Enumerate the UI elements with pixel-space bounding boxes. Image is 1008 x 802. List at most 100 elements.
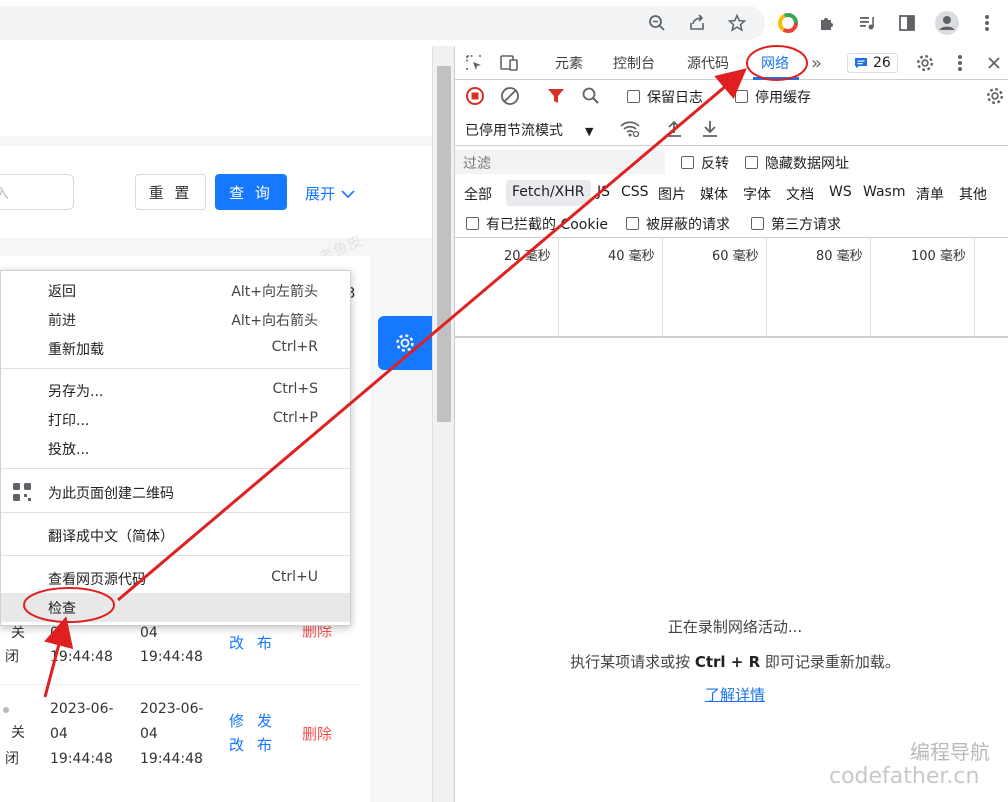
invert-checkbox[interactable]: 反转 (681, 153, 729, 173)
learn-more-link[interactable]: 了解详情 (455, 684, 1008, 705)
throttle-select[interactable]: 已停用节流模式 ▼ (465, 120, 593, 140)
wifi-settings-icon[interactable] (619, 119, 641, 143)
publish-link[interactable]: 布 (257, 734, 272, 757)
tab-elements[interactable]: 元素 (555, 46, 583, 80)
tab-sources[interactable]: 源代码 (687, 46, 729, 80)
type-filter-all[interactable]: 全部 (464, 184, 492, 204)
menu-item-back[interactable]: 返回 Alt+向左箭头 (1, 276, 350, 305)
timeline-overview[interactable]: 20 毫秒 40 毫秒 60 毫秒 80 毫秒 100 毫秒 (455, 238, 1008, 338)
expand-label: 展开 (305, 185, 336, 203)
hide-data-urls-checkbox[interactable]: 隐藏数据网址 (745, 153, 849, 173)
network-settings-icon[interactable] (985, 86, 1005, 110)
blocked-requests-checkbox[interactable]: 被屏蔽的请求 (626, 214, 730, 234)
page-header-card (0, 46, 432, 136)
menu-separator (1, 512, 350, 513)
recording-status: 正在录制网络活动... (667, 618, 803, 636)
timeline-gridline (662, 238, 663, 338)
device-toolbar-icon[interactable] (499, 46, 519, 80)
reload-hint: 执行某项请求或按 Ctrl + R 即可记录重新加载。 (455, 651, 1008, 672)
search-icon[interactable] (581, 86, 601, 110)
blocked-cookies-checkbox[interactable]: 有已拦截的 Cookie (466, 214, 608, 234)
third-party-label: 第三方请求 (771, 217, 841, 233)
chevron-down-icon (341, 189, 355, 198)
menu-item-qr-code[interactable]: 为此页面创建二维码 (1, 478, 350, 507)
bookmark-star-icon[interactable] (722, 8, 752, 38)
settings-float-button[interactable] (378, 316, 432, 370)
disable-cache-label: 停用缓存 (755, 90, 811, 106)
filter-input[interactable]: 过滤 (455, 150, 665, 174)
publish-link[interactable]: 布 (257, 632, 272, 655)
type-filter-img[interactable]: 图片 (658, 184, 686, 204)
share-icon[interactable] (682, 8, 712, 38)
menu-item-label: 前进 (48, 313, 76, 329)
menu-item-label: 查看网页源代码 (48, 572, 146, 588)
menu-item-inspect[interactable]: 检查 (1, 593, 350, 622)
blocked-cookies-label: 有已拦截的 Cookie (486, 217, 608, 233)
type-filter-js[interactable]: JS (597, 184, 610, 200)
menu-separator (1, 555, 350, 556)
chrome-color-icon[interactable] (773, 8, 803, 38)
media-icon[interactable] (852, 8, 882, 38)
issues-count: 26 (873, 55, 891, 71)
type-filter-media[interactable]: 媒体 (700, 184, 728, 204)
close-icon[interactable] (987, 46, 1001, 80)
type-filter-manifest[interactable]: 清单 (916, 184, 944, 204)
expand-link[interactable]: 展开 (305, 183, 355, 204)
inspect-element-icon[interactable] (465, 46, 483, 80)
menu-item-view-source[interactable]: 查看网页源代码 Ctrl+U (1, 564, 350, 593)
menu-item-shortcut: Ctrl+S (272, 381, 318, 397)
menu-item-label: 翻译成中文（简体） (48, 529, 174, 545)
menu-item-forward[interactable]: 前进 Alt+向右箭头 (1, 305, 350, 334)
type-filter-font[interactable]: 字体 (743, 184, 771, 204)
issues-badge[interactable]: 26 (847, 53, 898, 73)
third-party-checkbox[interactable]: 第三方请求 (751, 214, 841, 234)
tab-network[interactable]: 网络 (761, 46, 789, 80)
publish-link[interactable]: 发 (257, 710, 272, 733)
menu-item-cast[interactable]: 投放... (1, 434, 350, 463)
menu-item-save-as[interactable]: 另存为... Ctrl+S (1, 376, 350, 405)
more-tabs-icon[interactable]: » (811, 46, 822, 80)
status-cell-line2: 闭 (5, 751, 19, 767)
type-filter-other[interactable]: 其他 (959, 184, 987, 204)
blocked-filter-row: 有已拦截的 Cookie 被屏蔽的请求 第三方请求 (455, 208, 1008, 238)
reset-button[interactable]: 重 置 (135, 174, 206, 210)
settings-gear-icon[interactable] (915, 46, 935, 80)
menu-item-reload[interactable]: 重新加载 Ctrl+R (1, 334, 350, 363)
export-har-icon[interactable] (701, 119, 719, 143)
network-toolbar: 保留日志 停用缓存 (455, 80, 1008, 112)
kebab-menu-icon[interactable] (957, 46, 963, 80)
edit-link[interactable]: 改 (229, 734, 244, 757)
import-har-icon[interactable] (665, 119, 683, 143)
preserve-log-checkbox[interactable]: 保留日志 (627, 87, 703, 107)
preserve-log-label: 保留日志 (647, 90, 703, 106)
network-toolbar-2: 已停用节流模式 ▼ (455, 112, 1008, 146)
menu-item-shortcut: Ctrl+R (271, 339, 318, 355)
scrollbar-thumb[interactable] (437, 66, 451, 422)
throttle-label: 已停用节流模式 (465, 123, 563, 139)
page-scrollbar[interactable] (432, 46, 454, 802)
status-dot (3, 707, 9, 713)
type-filter-doc[interactable]: 文档 (786, 184, 814, 204)
zoom-icon[interactable] (642, 8, 672, 38)
qr-code-icon (13, 483, 31, 501)
side-panel-icon[interactable] (892, 8, 922, 38)
clear-icon[interactable] (500, 86, 520, 110)
query-button[interactable]: 查 询 (215, 174, 287, 210)
edit-link[interactable]: 改 (229, 632, 244, 655)
type-filter-css[interactable]: CSS (621, 184, 649, 200)
record-stop-icon[interactable] (465, 86, 485, 110)
type-filter-ws[interactable]: WS (829, 184, 852, 200)
menu-item-print[interactable]: 打印... Ctrl+P (1, 405, 350, 434)
more-icon[interactable] (972, 8, 1002, 38)
menu-item-translate[interactable]: 翻译成中文（简体） (1, 521, 350, 550)
edit-link[interactable]: 修 (229, 710, 244, 733)
search-input[interactable]: 入 (0, 174, 74, 210)
disable-cache-checkbox[interactable]: 停用缓存 (735, 87, 811, 107)
extensions-icon[interactable] (812, 8, 842, 38)
tab-console[interactable]: 控制台 (613, 46, 655, 80)
type-filter-wasm[interactable]: Wasm (863, 184, 905, 200)
filter-icon[interactable] (547, 87, 565, 109)
type-filter-fetch-xhr[interactable]: Fetch/XHR (506, 180, 591, 206)
profile-icon[interactable] (932, 8, 962, 38)
delete-link[interactable]: 删除 (302, 723, 332, 746)
